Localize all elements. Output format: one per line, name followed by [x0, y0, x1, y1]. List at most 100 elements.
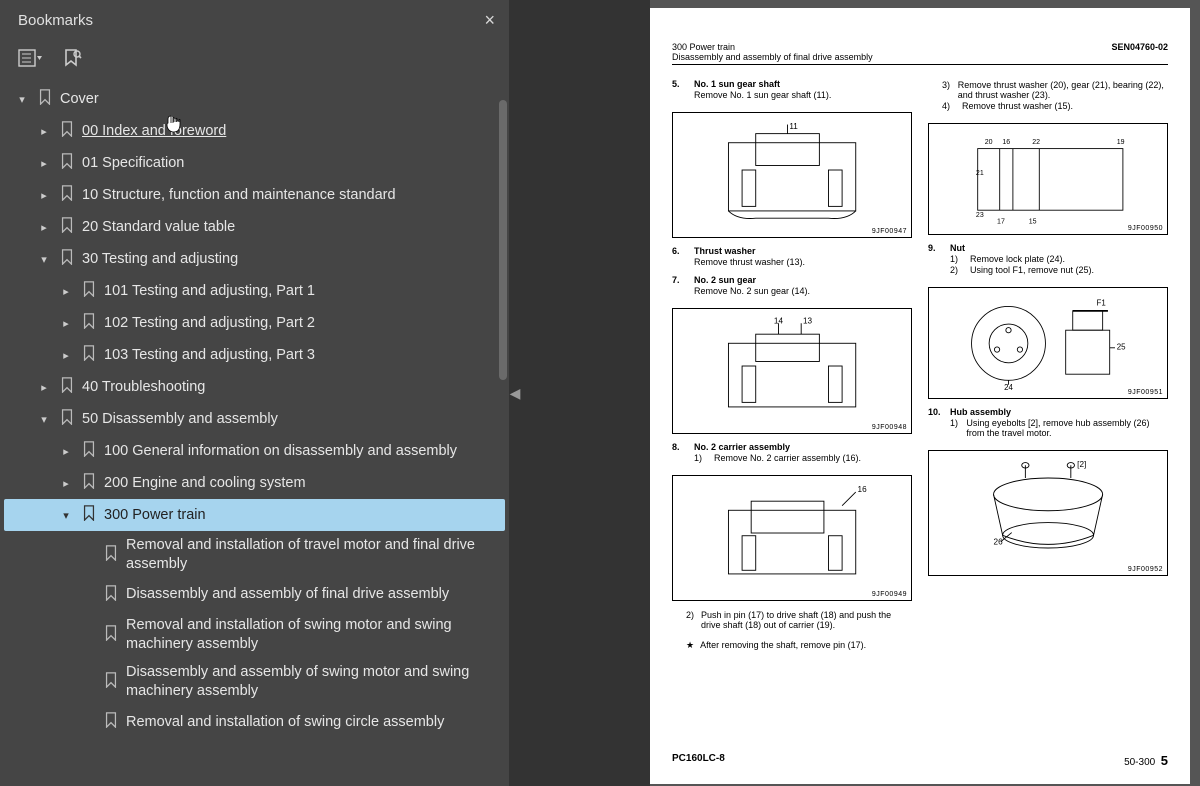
- bookmarks-panel: Bookmarks × ▾Cover ▸ 00 Index and foreword…: [0, 0, 509, 786]
- bookmarks-title: Bookmarks: [18, 12, 93, 29]
- figure-code: 9JF00952: [1128, 566, 1163, 573]
- bookmark-label: Removal and installation of swing circle…: [126, 711, 499, 734]
- step-sub: 1)Using eyebolts [2], remove hub assembl…: [950, 418, 1168, 438]
- bookmark-icon: [104, 625, 118, 645]
- bookmark-item[interactable]: ▸ 40 Troubleshooting: [4, 371, 505, 403]
- step-sub: 1)Remove lock plate (24).: [950, 254, 1168, 264]
- collapse-handle-icon[interactable]: ◀: [509, 369, 521, 417]
- chevron-right-icon[interactable]: ▸: [36, 157, 52, 170]
- header-subsection: Disassembly and assembly of final drive …: [672, 52, 873, 62]
- bookmark-item[interactable]: ▾ 30 Testing and adjusting: [4, 243, 505, 275]
- header-section: 300 Power train: [672, 42, 873, 52]
- svg-text:[2]: [2]: [1077, 461, 1086, 470]
- chevron-right-icon[interactable]: ▸: [36, 381, 52, 394]
- bookmark-item[interactable]: Disassembly and assembly of final drive …: [4, 579, 505, 611]
- bookmarks-tree[interactable]: ▾Cover ▸ 00 Index and foreword ▸ 01 Specific…: [0, 79, 509, 769]
- close-icon[interactable]: ×: [484, 10, 495, 31]
- bookmark-icon: [60, 249, 74, 269]
- bookmark-item[interactable]: ▸101 Testing and adjusting, Part 1: [4, 275, 505, 307]
- step-number: 7.: [672, 275, 686, 296]
- figure: 14139JF00948: [672, 308, 912, 434]
- bookmark-item[interactable]: ▸102 Testing and adjusting, Part 2: [4, 307, 505, 339]
- chevron-down-icon[interactable]: ▾: [36, 253, 52, 266]
- find-bookmark-icon[interactable]: [60, 47, 84, 69]
- figure-code: 9JF00949: [872, 591, 907, 598]
- chevron-down-icon[interactable]: ▾: [58, 509, 74, 522]
- figure-code: 9JF00947: [872, 228, 907, 235]
- chevron-right-icon[interactable]: ▸: [58, 477, 74, 490]
- step-number: 8.: [672, 442, 686, 463]
- chevron-down-icon[interactable]: ▾: [14, 93, 30, 106]
- bookmarks-toolbar: [0, 41, 509, 79]
- bookmark-icon: [60, 217, 74, 237]
- page-footer: PC160LC-8 50-300 5: [672, 753, 1168, 768]
- bookmark-icon: [82, 473, 96, 493]
- bookmark-item[interactable]: ▸ 103 Testing and adjusting, Part 3: [4, 339, 505, 371]
- view-options-icon[interactable]: [18, 47, 42, 69]
- bookmark-item[interactable]: ▸ 01 Specification: [4, 147, 505, 179]
- bookmark-icon: [82, 441, 96, 461]
- bookmark-label: 00 Index and foreword: [82, 120, 499, 143]
- bookmark-label: Removal and installation of travel motor…: [126, 534, 499, 576]
- chevron-right-icon[interactable]: ▸: [36, 221, 52, 234]
- chevron-right-icon[interactable]: ▸: [36, 189, 52, 202]
- bookmark-icon: [82, 281, 96, 301]
- chevron-down-icon[interactable]: ▾: [36, 413, 52, 426]
- step: 5.No. 1 sun gear shaftRemove No. 1 sun g…: [672, 79, 912, 100]
- bookmark-icon: [60, 153, 74, 173]
- svg-text:16: 16: [857, 486, 867, 495]
- bookmark-item[interactable]: ▸ 100 General information on disassembly …: [4, 435, 505, 467]
- bookmark-item[interactable]: ▾50 Disassembly and assembly: [4, 403, 505, 435]
- bookmark-item[interactable]: ▾ 300 Power train: [4, 499, 505, 531]
- bookmark-item[interactable]: ▾Cover: [4, 83, 505, 115]
- bookmark-label: 01 Specification: [82, 152, 499, 175]
- svg-text:23: 23: [976, 212, 984, 219]
- step-desc: Remove No. 2 sun gear (14).: [694, 286, 912, 296]
- bookmark-icon: [104, 672, 118, 692]
- chevron-right-icon[interactable]: ▸: [36, 125, 52, 138]
- bookmark-icon: [104, 585, 118, 605]
- bookmark-label: 10 Structure, function and maintenance s…: [82, 184, 499, 207]
- bookmark-label: 300 Power train: [104, 504, 499, 527]
- bookmark-item[interactable]: ▸ 00 Index and foreword: [4, 115, 505, 147]
- document-viewport[interactable]: 300 Power train Disassembly and assembly…: [650, 0, 1200, 786]
- bookmark-item[interactable]: ▸ 10 Structure, function and maintenance …: [4, 179, 505, 211]
- step-continuation: 3)Remove thrust washer (20), gear (21), …: [928, 79, 1168, 111]
- step: 9.Nut1)Remove lock plate (24).2)Using to…: [928, 243, 1168, 275]
- figure: 16 9JF00949: [672, 475, 912, 601]
- bookmark-label: 30 Testing and adjusting: [82, 248, 499, 271]
- chevron-right-icon[interactable]: ▸: [58, 445, 74, 458]
- figure: 20162219212317159JF00950: [928, 123, 1168, 235]
- bookmark-item[interactable]: ▸200 Engine and cooling system: [4, 467, 505, 499]
- step-post: 2)Push in pin (17) to drive shaft (18) a…: [672, 609, 912, 630]
- step-number: 10.: [928, 407, 942, 438]
- step-sub: 4)Remove thrust washer (15).: [942, 101, 1168, 111]
- step-desc: Remove No. 1 sun gear shaft (11).: [694, 90, 912, 100]
- step: 7.No. 2 sun gearRemove No. 2 sun gear (1…: [672, 275, 912, 296]
- bookmarks-header: Bookmarks ×: [0, 0, 509, 41]
- bookmark-label: 40 Troubleshooting: [82, 376, 499, 399]
- bookmark-item[interactable]: ▸20 Standard value table: [4, 211, 505, 243]
- panel-divider: ◀: [509, 0, 650, 786]
- chevron-right-icon[interactable]: ▸: [58, 317, 74, 330]
- svg-text:20: 20: [985, 139, 993, 146]
- bookmark-label: Disassembly and assembly of final drive …: [126, 583, 499, 606]
- step-note: ★After removing the shaft, remove pin (1…: [672, 640, 912, 651]
- svg-text:21: 21: [976, 170, 984, 177]
- bookmark-item[interactable]: Removal and installation of swing circle…: [4, 706, 505, 738]
- bookmark-item[interactable]: Removal and installation of travel motor…: [4, 531, 505, 579]
- chevron-right-icon[interactable]: ▸: [58, 349, 74, 362]
- step: 10.Hub assembly1)Using eyebolts [2], rem…: [928, 407, 1168, 438]
- chevron-right-icon[interactable]: ▸: [58, 285, 74, 298]
- bookmark-label: 100 General information on disassembly a…: [104, 440, 499, 463]
- bookmark-label: 103 Testing and adjusting, Part 3: [104, 344, 499, 367]
- step-desc: Remove thrust washer (13).: [694, 257, 912, 267]
- scrollbar-thumb[interactable]: [499, 100, 507, 380]
- bookmark-item[interactable]: Removal and installation of swing motor …: [4, 611, 505, 659]
- bookmark-icon: [60, 185, 74, 205]
- bookmark-label: Disassembly and assembly of swing motor …: [126, 661, 499, 703]
- bookmark-icon: [60, 377, 74, 397]
- step: 6.Thrust washerRemove thrust washer (13)…: [672, 246, 912, 267]
- step-title: No. 2 carrier assembly: [694, 442, 912, 452]
- bookmark-item[interactable]: Disassembly and assembly of swing motor …: [4, 658, 505, 706]
